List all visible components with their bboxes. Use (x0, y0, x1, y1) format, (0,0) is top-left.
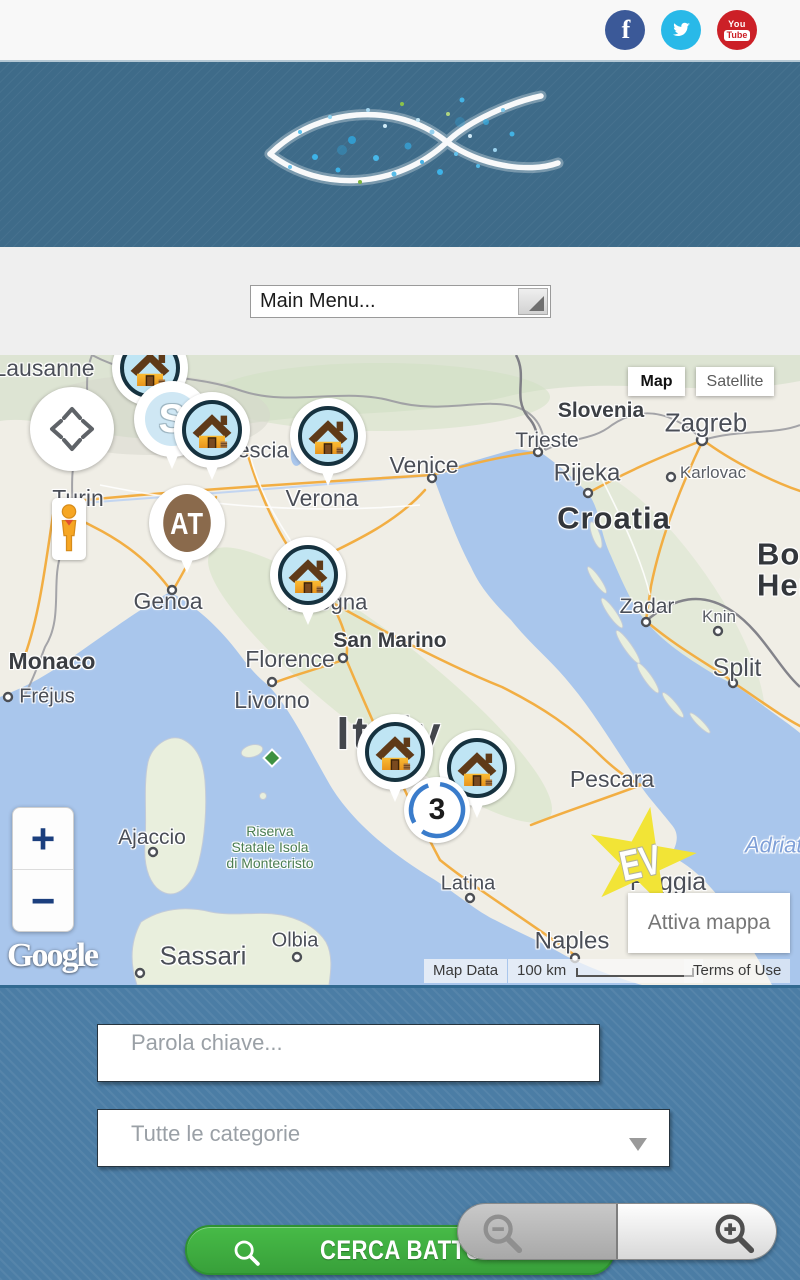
map-label-riserva-montecristo: Riserva Statale Isola di Montecristo (226, 823, 313, 871)
map-label-rijeka: Rijeka (554, 460, 621, 485)
facebook-icon[interactable]: f (605, 10, 645, 50)
zoom-in-button[interactable]: + (13, 808, 73, 870)
map-data-attribution: Map Data (424, 959, 507, 983)
map-pan-control[interactable] (30, 387, 114, 471)
map-marker-house[interactable] (270, 537, 346, 613)
map-label-florence: Florence (245, 647, 334, 671)
magnifier-minus-icon (478, 1209, 524, 1255)
youtube-text-tube: Tube (724, 30, 751, 41)
map-label-monaco: Monaco (9, 649, 96, 673)
map-label-naples: Naples (535, 928, 610, 953)
map-label-sassari: Sassari (160, 942, 247, 969)
house-icon (298, 406, 358, 466)
map-label-karlovac: Karlovac (680, 464, 746, 482)
pan-arrows-icon (30, 387, 114, 471)
map-label-adriatic: Adriat (745, 833, 800, 856)
map-label-venice: Venice (389, 453, 458, 477)
dropdown-arrow-button[interactable] (518, 288, 548, 315)
terms-of-use-link[interactable]: Terms of Use (684, 959, 790, 983)
browser-zoom-widget (457, 1203, 777, 1260)
zoom-in-half[interactable] (618, 1204, 776, 1259)
map-label-pescara: Pescara (570, 767, 654, 791)
map-label-latina: Latina (441, 874, 496, 895)
map-label-livorno: Livorno (234, 688, 309, 712)
activate-map-button[interactable]: Attiva mappa (628, 893, 790, 953)
google-logo[interactable]: Google (7, 939, 97, 973)
search-icon (231, 1237, 261, 1267)
site-header: A Pesca Insieme (0, 62, 800, 247)
at-badge: AT (163, 494, 211, 552)
house-icon (182, 400, 242, 460)
map-label-lausanne: Lausanne (0, 356, 95, 380)
marker-cluster[interactable]: 3 (404, 777, 470, 843)
dropdown-arrow-icon (529, 296, 544, 311)
map-label-ajaccio: Ajaccio (118, 827, 186, 849)
map-label-genoa: Genoa (133, 589, 202, 613)
map-label-zagreb: Zagreb (665, 409, 747, 436)
keyword-input[interactable] (97, 1024, 600, 1082)
house-icon (365, 722, 425, 782)
map-label-san-marino: San Marino (333, 630, 446, 652)
search-section: Tutte le categorie CERCA BATTUTE (0, 985, 800, 1280)
twitter-bird-icon (669, 18, 693, 42)
chevron-down-icon (629, 1138, 647, 1151)
house-icon (278, 545, 338, 605)
map-type-satellite-button[interactable]: Satellite (696, 367, 774, 396)
map-label-slovenia: Slovenia (558, 400, 644, 422)
pegman-icon (54, 502, 84, 556)
map-zoom-control: + − (12, 807, 74, 932)
map-type-map-button[interactable]: Map (628, 367, 685, 396)
pegman-control[interactable] (52, 498, 86, 560)
scale-label: 100 km (517, 959, 566, 983)
facebook-letter: f (622, 17, 631, 43)
cluster-count: 3 (404, 777, 470, 843)
map-scale-control: 100 km (508, 959, 703, 983)
map-label-croatia: Croatia (557, 503, 671, 536)
scale-bar (576, 968, 694, 977)
map-marker-at[interactable]: AT (149, 485, 225, 561)
map-label-split: Split (713, 655, 762, 681)
map-label-zadar: Zadar (620, 596, 675, 618)
menu-bar: Main Menu... (0, 247, 800, 355)
map-marker-house[interactable] (290, 398, 366, 474)
fish-logo (0, 62, 800, 247)
map-label-verona: Verona (286, 486, 359, 510)
main-menu-value: Main Menu... (251, 290, 518, 313)
youtube-text-you: You (728, 20, 746, 29)
zoom-out-button[interactable]: − (13, 870, 73, 931)
twitter-icon[interactable] (661, 10, 701, 50)
top-bar: f You Tube (0, 0, 800, 62)
map-canvas[interactable]: Lausanne Turin Brescia Verona Venice Tri… (0, 355, 800, 985)
zoom-out-half[interactable] (458, 1204, 618, 1259)
map-marker-house[interactable] (174, 392, 250, 468)
youtube-icon[interactable]: You Tube (717, 10, 757, 50)
map-label-bosnia: Bos (757, 539, 800, 572)
magnifier-plus-icon (710, 1209, 756, 1255)
category-value: Tutte le categorie (131, 1121, 300, 1147)
map-label-herzegovina: Herz (757, 570, 800, 603)
map-label-trieste: Trieste (515, 430, 578, 452)
map-label-frejus: Fréjus (19, 687, 75, 708)
map-label-knin: Knin (702, 608, 736, 626)
category-select[interactable]: Tutte le categorie (97, 1109, 670, 1167)
map-label-olbia: Olbia (272, 931, 319, 952)
main-menu-select[interactable]: Main Menu... (250, 285, 551, 318)
